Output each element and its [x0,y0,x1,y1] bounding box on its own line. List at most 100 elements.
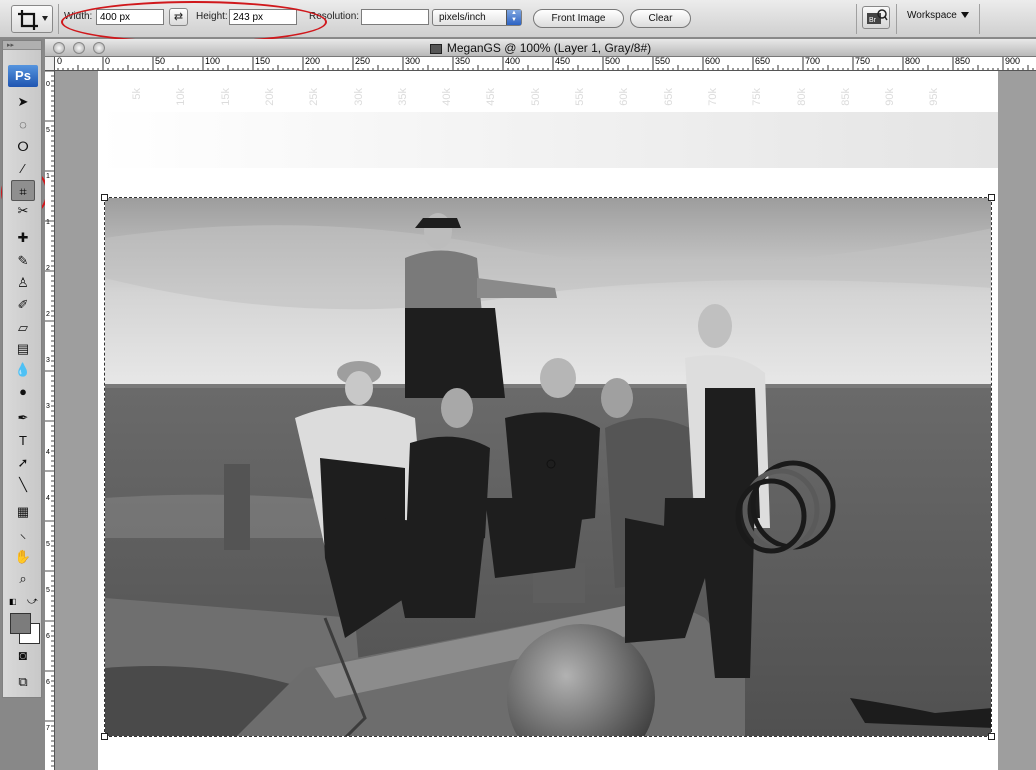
watermark-label: 20k [263,88,276,106]
crop-handle-br[interactable] [988,733,995,740]
resolution-unit-value: pixels/inch [439,12,486,23]
swap-colors-icon[interactable]: ⤻ [27,596,38,607]
watermark-label: 40k [441,88,454,106]
bridge-icon: Br [867,9,888,24]
gradient-band [98,112,998,168]
photo-image[interactable] [104,197,992,737]
document-titlebar: MeganGS @ 100% (Layer 1, Gray/8#) [45,39,1036,57]
ruler-origin[interactable] [45,57,55,71]
watermark-label: 45k [485,88,498,106]
minimize-window-icon[interactable] [73,42,85,54]
document-title: MeganGS @ 100% (Layer 1, Gray/8#) [446,41,652,55]
vertical-ruler-label: 3 [46,357,50,364]
document-canvas[interactable]: 5k 10k 15k 20k 25k 30k 35k 40k 45k 50k 55k 60k 65k 70… [98,71,998,770]
close-window-icon[interactable] [53,42,65,54]
vertical-ruler-label: 1 [46,173,50,180]
clone-stamp-tool-icon[interactable]: ♙ [11,272,35,293]
type-tool-icon[interactable]: T [11,430,35,451]
crop-handle-tl[interactable] [101,194,108,201]
ruler-label: 250 [355,57,371,66]
ruler-label: 0 [57,57,63,66]
ruler-label: 400 [505,57,521,66]
svg-text:Br: Br [869,17,877,24]
photoshop-logo[interactable]: Ps [8,65,38,87]
document-window: MeganGS @ 100% (Layer 1, Gray/8#) 0 50 100… [45,39,1036,770]
ruler-label: 600 [705,57,721,66]
zoom-window-icon[interactable] [93,42,105,54]
watermark-label: 90k [884,88,897,106]
hand-tool-icon[interactable]: ✋ [11,546,35,567]
healing-brush-tool-icon[interactable]: ✚ [11,227,35,248]
zoom-tool-icon[interactable]: ⌕ [11,568,35,589]
ruler-label: 0 [105,57,111,66]
front-image-button[interactable]: Front Image [533,9,624,28]
default-colors-icon[interactable]: ◧ [9,597,17,606]
watermark-label: 65k [662,88,675,106]
ruler-label: 800 [905,57,921,66]
crop-tool-icon[interactable]: ⌗ [11,180,35,201]
watermark-label: 35k [396,88,409,106]
ruler-label: 900 [1005,57,1021,66]
ruler-label: 450 [555,57,571,66]
watermark-label: 10k [175,88,188,106]
foreground-color-swatch[interactable] [10,613,31,634]
quick-mask-icon[interactable]: ◙ [11,645,35,666]
crop-tool-icon [18,10,38,30]
watermark-label: 25k [308,88,321,106]
vertical-ruler[interactable]: 0 5 1 1 2 2 3 3 4 4 5 5 6 6 7 [45,71,55,770]
brush-tool-icon[interactable]: ✎ [11,250,35,271]
resolution-input[interactable] [361,9,429,25]
gradient-tool-icon[interactable]: ▤ [11,338,35,359]
slice-tool-icon[interactable]: ✂ [11,200,35,221]
crop-handle-tr[interactable] [988,194,995,201]
move-tool-icon[interactable]: ➤ [11,91,35,112]
ruler-label: 850 [955,57,971,66]
ruler-label: 750 [855,57,871,66]
vertical-ruler-label: 0 [46,81,50,88]
eyedropper-tool-icon[interactable]: ⸜ [11,523,35,544]
watermark-label: 80k [795,88,808,106]
chevron-down-icon [42,16,48,21]
tool-preset-picker[interactable] [11,5,53,33]
crop-handle-bl[interactable] [101,733,108,740]
watermark-label: 50k [529,88,542,106]
ruler-label: 550 [655,57,671,66]
toolbox-grip[interactable]: ▸▸ [3,41,41,50]
watermark-label: 15k [219,88,232,106]
vertical-ruler-label: 4 [46,495,50,502]
vertical-ruler-label: 7 [46,725,50,732]
screen-mode-icon[interactable]: ⧉ [11,671,35,692]
vertical-ruler-label: 4 [46,449,50,456]
watermark-label: 55k [574,88,586,106]
watermark-label: 85k [839,88,852,106]
magic-wand-tool-icon[interactable]: ⁄ [11,158,35,179]
ruler-label: 100 [205,57,221,66]
watermark-label: 95k [928,88,941,106]
ruler-label: 500 [605,57,621,66]
ruler-label: 200 [305,57,321,66]
workspace-label: Workspace [907,10,957,21]
watermark-label: 5k [131,88,143,100]
vertical-ruler-label: 3 [46,403,50,410]
eraser-tool-icon[interactable]: ▱ [11,317,35,338]
notes-tool-icon[interactable]: ▦ [11,501,35,522]
annotation-ellipse-dimensions [61,1,327,43]
bridge-button[interactable]: Br [862,6,890,29]
dodge-tool-icon[interactable]: ● [11,381,35,402]
workspace-menu[interactable]: Workspace [907,10,969,21]
vertical-ruler-label: 2 [46,265,50,272]
vertical-ruler-label: 2 [46,311,50,318]
watermark-label: 75k [751,88,764,106]
clear-button[interactable]: Clear [630,9,691,28]
lasso-tool-icon[interactable]: ⵔ [11,136,35,157]
marquee-tool-icon[interactable]: ◌ [11,114,35,135]
ruler-label: 50 [155,57,166,66]
line-tool-icon[interactable]: ╲ [11,474,35,495]
vertical-ruler-label: 6 [46,633,50,640]
pen-tool-icon[interactable]: ✒ [11,407,35,428]
history-brush-tool-icon[interactable]: ✐ [11,294,35,315]
path-selection-tool-icon[interactable]: ➚ [11,452,35,473]
resolution-unit-select[interactable]: pixels/inch ▲ ▼ [432,9,522,26]
blur-tool-icon[interactable]: 💧 [11,359,35,380]
horizontal-ruler[interactable]: 0 50 100 150 200 250 300 350 400 450 500 550 600 650 7… [55,57,1036,71]
